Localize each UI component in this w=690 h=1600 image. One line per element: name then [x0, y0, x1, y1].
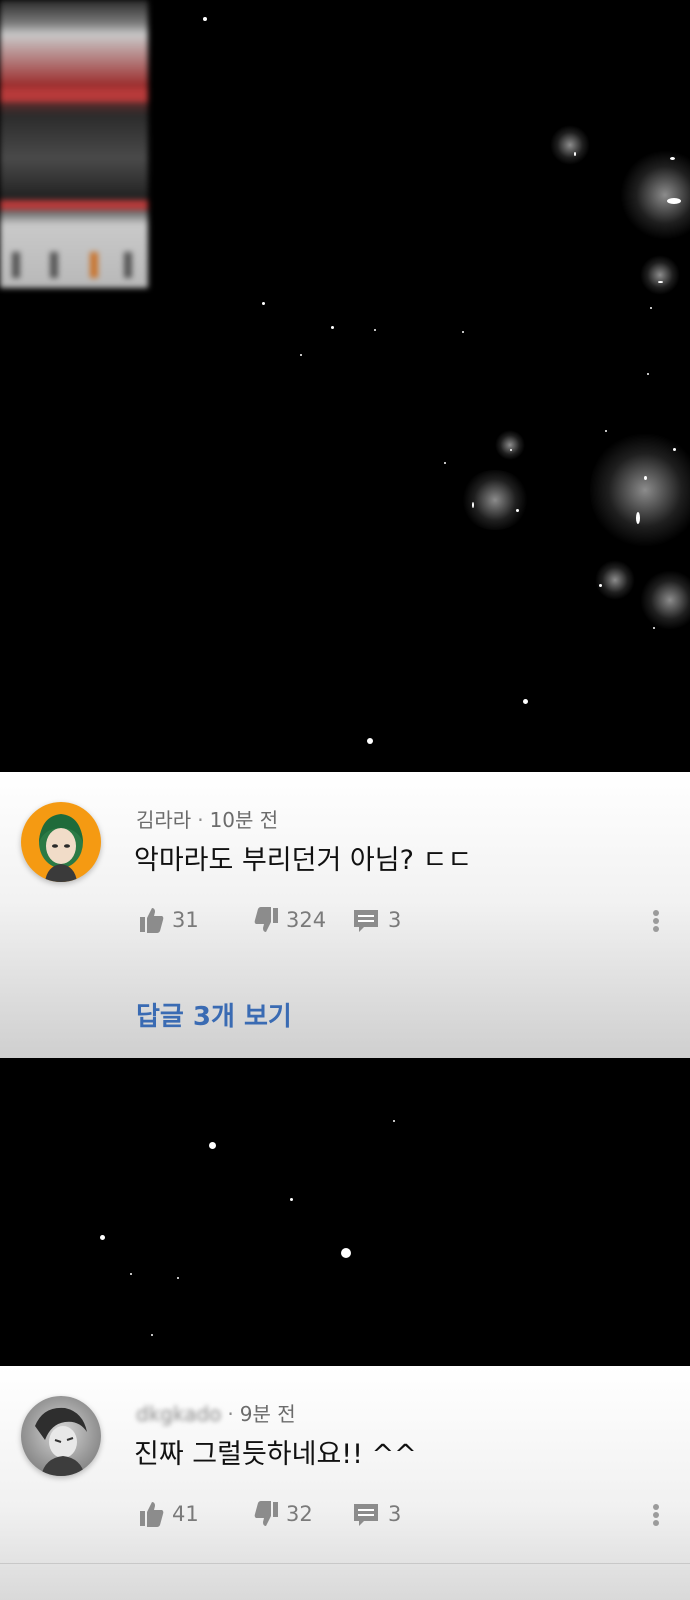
comment-meta: dkgkado · 9분 전 [136, 1398, 296, 1427]
avatar[interactable] [21, 1396, 101, 1476]
comment-actions: 31 324 3 [140, 904, 670, 936]
reply-button[interactable]: 3 [352, 1498, 401, 1530]
like-count: 31 [172, 908, 199, 932]
thumbs-up-icon [140, 1502, 164, 1527]
thumbs-down-icon [254, 1501, 278, 1526]
comment-actions: 41 32 3 [140, 1498, 670, 1530]
reply-button[interactable]: 3 [352, 904, 401, 936]
view-replies-link[interactable]: 답글 3개 보기 [136, 996, 292, 1033]
meta-separator: · [197, 808, 204, 832]
dislike-button[interactable]: 324 [254, 904, 326, 936]
like-count: 41 [172, 1502, 199, 1526]
like-button[interactable]: 31 [140, 904, 199, 936]
comment-time: 9분 전 [239, 1402, 296, 1426]
comment-item: 김라라 · 10분 전 악마라도 부리던거 아님? ㄷㄷ 31 324 3 답글… [0, 772, 690, 1058]
dislike-count: 324 [286, 908, 327, 932]
comment-icon [354, 910, 378, 932]
comment-author[interactable]: dkgkado [136, 1402, 221, 1426]
dislike-count: 32 [286, 1502, 313, 1526]
comment-text: 진짜 그럴듯하네요!! ^^ [134, 1439, 417, 1470]
comment-time: 10분 전 [209, 808, 279, 832]
reply-count: 3 [388, 1502, 402, 1526]
video-frame-middle [0, 1058, 690, 1366]
meta-separator: · [227, 1402, 234, 1426]
comment-author[interactable]: 김라라 [136, 808, 191, 832]
video-frame-top [0, 0, 690, 772]
more-options-button[interactable] [650, 904, 662, 936]
avatar-illustration [39, 814, 83, 882]
reply-count: 3 [388, 908, 402, 932]
like-button[interactable]: 41 [140, 1498, 199, 1530]
thumbs-up-icon [140, 908, 164, 933]
comment-divider [0, 1563, 690, 1564]
avatar-illustration [35, 1407, 87, 1476]
comment-icon [354, 1504, 378, 1526]
comment-meta: 김라라 · 10분 전 [136, 804, 278, 833]
dislike-button[interactable]: 32 [254, 1498, 313, 1530]
thumbs-down-icon [254, 907, 278, 932]
avatar[interactable] [21, 802, 101, 882]
comment-text: 악마라도 부리던거 아님? ㄷㄷ [134, 845, 473, 876]
more-options-button[interactable] [650, 1498, 662, 1530]
comment-item: dkgkado · 9분 전 진짜 그럴듯하네요!! ^^ 41 32 3 [0, 1366, 690, 1600]
thumbnail-preview [0, 0, 148, 288]
